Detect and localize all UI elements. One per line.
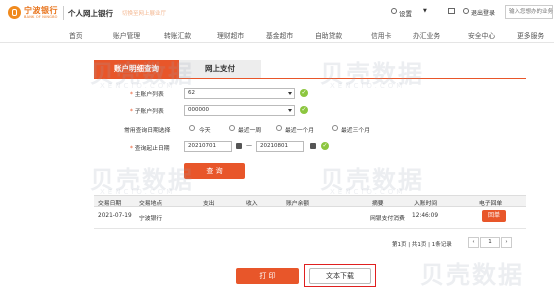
col-expense: 支出 [203, 201, 215, 207]
main-nav: 首页 账户管理 转账汇款 理财超市 基金超市 自助贷款 信用卡 办汇业务 安全中… [0, 27, 554, 43]
radio-last-week-label[interactable]: 最近一周 [238, 125, 261, 134]
nav-item-more[interactable]: 更多服务 [517, 30, 544, 40]
nav-item-home[interactable]: 首页 [69, 30, 83, 40]
date-range-label: * 查询起止日期 [130, 146, 170, 152]
bank-name-en: BANK OF NINGBO [24, 15, 58, 19]
row-divider [94, 228, 526, 229]
chevron-down-icon [288, 92, 292, 95]
main-account-label: * 主账户列表 [130, 92, 164, 98]
calendar-icon[interactable] [310, 143, 316, 149]
chevron-down-icon[interactable]: ▼ [423, 8, 427, 14]
tab-account-detail[interactable]: 账户明细查询 [94, 60, 179, 78]
watermark-text: 贝壳数据 [320, 60, 424, 88]
tab-underline [94, 78, 526, 79]
nav-item-business[interactable]: 办汇业务 [413, 30, 440, 40]
site-title: 个人网上银行 [68, 9, 113, 18]
pager-summary: 第1页 | 共1页 | 1条记录 [392, 242, 452, 248]
download-text-button[interactable]: 文本下载 [309, 268, 371, 284]
radio-today-label[interactable]: 今天 [199, 125, 211, 134]
tab-online-payment[interactable]: 网上支付 [179, 60, 261, 78]
nav-item-accounts[interactable]: 账户管理 [113, 30, 140, 40]
receipt-button[interactable]: 回单 [482, 210, 506, 222]
search-box[interactable] [505, 5, 554, 19]
nav-item-loans[interactable]: 自助贷款 [315, 30, 342, 40]
start-date-input[interactable]: 20210701 [184, 141, 232, 152]
switch-hall-link[interactable]: 切换至网上展业厅 [122, 9, 166, 17]
date-separator: — [246, 142, 252, 149]
nav-item-funds[interactable]: 基金超市 [266, 30, 293, 40]
table-header: 交易日期 交易地点 支出 收入 账户余额 摘要 入账时间 电子回单 [94, 195, 526, 207]
radio-last-3-months[interactable] [332, 125, 338, 131]
watermark-sub: XENCIO.COM [330, 82, 406, 90]
col-income: 收入 [246, 201, 258, 207]
check-icon: ✓ [300, 106, 308, 114]
check-icon: ✓ [321, 142, 329, 150]
nav-item-credit-card[interactable]: 信用卡 [371, 30, 391, 40]
nav-item-security[interactable]: 安全中心 [468, 30, 495, 40]
end-date-input[interactable]: 20210801 [256, 141, 304, 152]
radio-last-month[interactable] [276, 125, 282, 131]
pager-prev-button[interactable]: ‹ [468, 237, 479, 248]
chevron-down-icon [288, 109, 292, 112]
mail-icon[interactable] [448, 8, 455, 14]
query-button[interactable]: 查 询 [184, 163, 245, 179]
pager-current-page[interactable]: 1 [480, 237, 500, 248]
check-icon: ✓ [300, 89, 308, 97]
col-receipt: 电子回单 [479, 201, 503, 207]
settings-link[interactable]: 设置 [399, 8, 412, 18]
col-location: 交易地点 [139, 201, 163, 207]
radio-last-week[interactable] [229, 125, 235, 131]
col-time: 入账时间 [414, 201, 438, 207]
row-summary: 网银支付消费 [370, 216, 405, 222]
row-date: 2021-07-19 [98, 213, 132, 219]
sub-account-select[interactable]: 000000 [184, 105, 295, 116]
watermark-text: 贝壳数据 [320, 166, 424, 194]
watermark-text: 贝壳数据 [90, 166, 194, 194]
sub-account-label: * 子账户列表 [130, 109, 164, 115]
search-input[interactable] [506, 6, 554, 17]
row-location: 宁波银行 [139, 216, 163, 222]
pager-next-button[interactable]: › [501, 237, 512, 248]
logo-divider [63, 6, 64, 20]
gear-icon[interactable] [391, 8, 397, 14]
quick-range-label: 常用查询日期选择 [124, 128, 171, 134]
row-time: 12:46:09 [412, 213, 439, 219]
power-icon[interactable] [463, 8, 469, 14]
col-date: 交易日期 [98, 201, 122, 207]
radio-last-3-months-label[interactable]: 最近三个月 [341, 125, 370, 134]
bank-logo-icon [8, 6, 21, 19]
nav-item-transfer[interactable]: 转账汇款 [164, 30, 191, 40]
main-account-select[interactable]: 62 [184, 88, 295, 99]
radio-last-month-label[interactable]: 最近一个月 [285, 125, 314, 134]
col-balance: 账户余额 [286, 201, 310, 207]
print-button[interactable]: 打 印 [236, 268, 299, 284]
nav-item-wealth[interactable]: 理财超市 [217, 30, 244, 40]
radio-today[interactable] [189, 125, 195, 131]
col-summary: 摘要 [372, 201, 384, 207]
calendar-icon[interactable] [236, 143, 242, 149]
top-header: 宁波银行 BANK OF NINGBO 个人网上银行 切换至网上展业厅 设置 ▼… [0, 0, 554, 27]
logout-link[interactable]: 退出登录 [471, 8, 495, 17]
watermark-text: 贝壳数据 [420, 261, 524, 289]
